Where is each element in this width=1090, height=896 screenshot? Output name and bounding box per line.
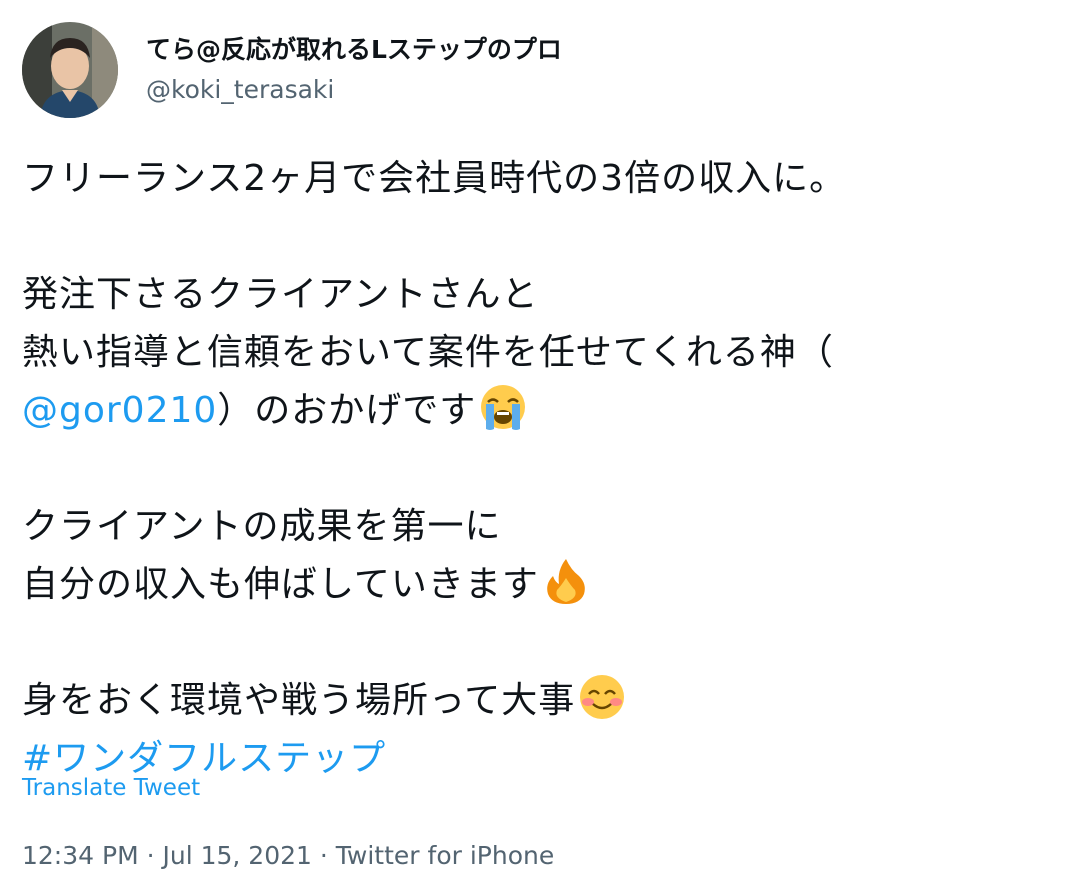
tweet-header: てら@反応が取れるLステップのプロ @koki_terasaki xyxy=(22,22,562,118)
loudly-crying-face-icon xyxy=(478,382,528,432)
user-handle[interactable]: @koki_terasaki xyxy=(146,73,562,107)
tweet-time[interactable]: 12:34 PM xyxy=(22,841,139,870)
tweet-line: 身をおく環境や戦う場所って大事 xyxy=(22,672,1072,730)
tweet-metadata: 12:34 PM · Jul 15, 2021 · Twitter for iP… xyxy=(22,838,554,874)
meta-separator: · xyxy=(138,841,163,870)
translate-tweet-link[interactable]: Translate Tweet xyxy=(22,772,200,804)
tweet-line: フリーランス2ヶ月で会社員時代の3倍の収入に。 xyxy=(22,158,847,199)
smiling-face-with-blush-icon xyxy=(577,672,627,722)
tweet-source[interactable]: Twitter for iPhone xyxy=(336,841,554,870)
tweet-line: クライアントの成果を第一に xyxy=(22,506,502,547)
avatar-image xyxy=(22,22,118,118)
fire-icon xyxy=(541,556,591,606)
tweet-line-text: ）のおかげです xyxy=(217,390,477,431)
tweet-text: フリーランス2ヶ月で会社員時代の3倍の収入に。 発注下さるクライアントさんと 熱… xyxy=(22,150,1072,788)
tweet-line: 発注下さるクライアントさんと xyxy=(22,274,539,315)
tweet-line: @gor0210）のおかげです xyxy=(22,382,1072,440)
mention-link[interactable]: @gor0210 xyxy=(22,390,217,431)
avatar[interactable] xyxy=(22,22,118,118)
tweet-line: 自分の収入も伸ばしていきます xyxy=(22,556,1072,614)
tweet-date[interactable]: Jul 15, 2021 xyxy=(162,841,311,870)
tweet-line: 熱い指導と信頼をおいて案件を任せてくれる神（ xyxy=(22,332,834,373)
author-names: てら@反応が取れるLステップのプロ @koki_terasaki xyxy=(146,33,562,107)
display-name[interactable]: てら@反応が取れるLステップのプロ xyxy=(146,33,562,67)
meta-separator: · xyxy=(311,841,336,870)
tweet-line-text: 身をおく環境や戦う場所って大事 xyxy=(22,680,576,721)
tweet-line-text: 自分の収入も伸ばしていきます xyxy=(22,564,539,605)
